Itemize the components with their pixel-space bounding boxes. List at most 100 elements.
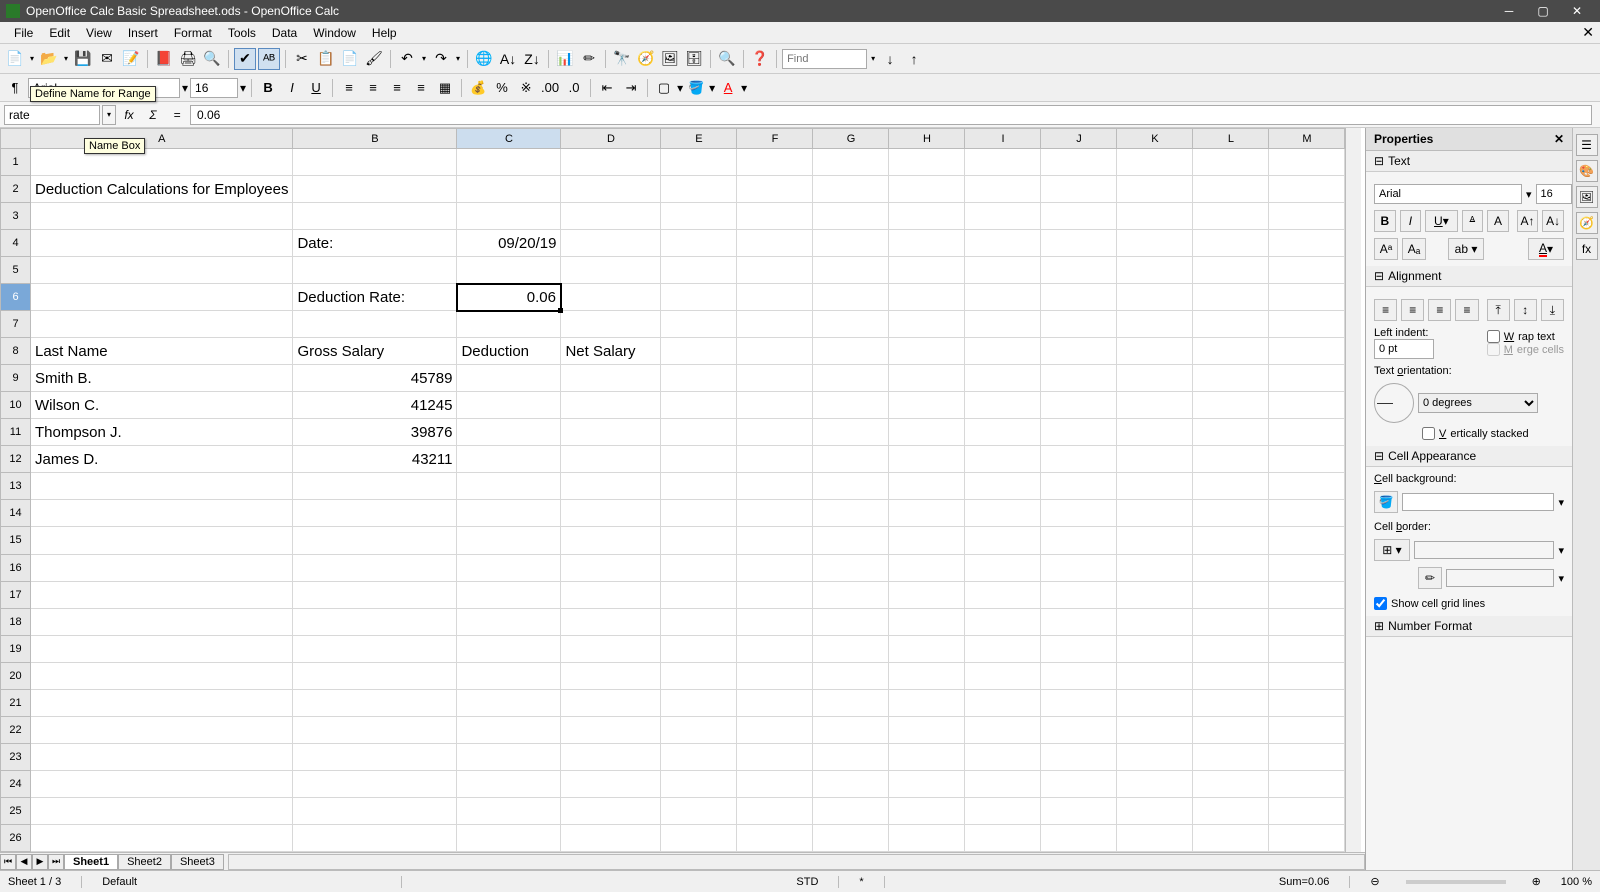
cell-I21[interactable] xyxy=(965,689,1041,716)
find-prev-icon[interactable]: ↑ xyxy=(903,48,925,70)
email-icon[interactable]: ✉ xyxy=(96,48,118,70)
cell-K4[interactable] xyxy=(1117,230,1193,257)
fontcolor-icon[interactable]: A xyxy=(717,77,739,99)
cell-I10[interactable] xyxy=(965,392,1041,419)
cell-C23[interactable] xyxy=(457,743,561,770)
cell-B15[interactable] xyxy=(293,527,457,554)
cell-H5[interactable] xyxy=(889,257,965,284)
styles-icon[interactable]: ¶ xyxy=(4,77,26,99)
cell-H10[interactable] xyxy=(889,392,965,419)
cell-A23[interactable] xyxy=(31,743,293,770)
cell-L4[interactable] xyxy=(1193,230,1269,257)
cell-I11[interactable] xyxy=(965,419,1041,446)
cell-F13[interactable] xyxy=(737,473,813,500)
sheet-tab-2[interactable]: Sheet2 xyxy=(118,854,171,870)
sidebar-fontcolor-icon[interactable]: A ▾ xyxy=(1528,238,1564,260)
cell-H11[interactable] xyxy=(889,419,965,446)
cell-M18[interactable] xyxy=(1269,608,1345,635)
cell-J15[interactable] xyxy=(1041,527,1117,554)
cell-L9[interactable] xyxy=(1193,365,1269,392)
cell-G7[interactable] xyxy=(813,311,889,338)
cell-G16[interactable] xyxy=(813,554,889,581)
menu-help[interactable]: Help xyxy=(364,24,405,42)
cell-J6[interactable] xyxy=(1041,284,1117,311)
cell-F25[interactable] xyxy=(737,797,813,824)
tab-next-icon[interactable]: ▶ xyxy=(32,854,48,870)
cell-C26[interactable] xyxy=(457,824,561,851)
cell-G19[interactable] xyxy=(813,635,889,662)
minimize-button[interactable]: ─ xyxy=(1492,0,1526,22)
menu-format[interactable]: Format xyxy=(166,24,220,42)
cell-E12[interactable] xyxy=(661,446,737,473)
cell-L5[interactable] xyxy=(1193,257,1269,284)
cell-G3[interactable] xyxy=(813,203,889,230)
cell-J9[interactable] xyxy=(1041,365,1117,392)
cell-F21[interactable] xyxy=(737,689,813,716)
col-header-F[interactable]: F xyxy=(737,129,813,149)
cell-A5[interactable] xyxy=(31,257,293,284)
cell-J17[interactable] xyxy=(1041,581,1117,608)
row-header-18[interactable]: 18 xyxy=(1,608,31,635)
cell-E25[interactable] xyxy=(661,797,737,824)
text-section-header[interactable]: ⊟ Text xyxy=(1366,151,1572,172)
cell-E20[interactable] xyxy=(661,662,737,689)
zoom-slider[interactable] xyxy=(1406,880,1506,884)
pdf-icon[interactable]: 📕 xyxy=(153,48,175,70)
cell-E22[interactable] xyxy=(661,716,737,743)
border-color-swatch[interactable] xyxy=(1446,569,1554,587)
alignment-section-header[interactable]: ⊟ Alignment xyxy=(1366,266,1572,287)
menu-view[interactable]: View xyxy=(78,24,120,42)
cell-D1[interactable] xyxy=(561,149,661,176)
cell-I22[interactable] xyxy=(965,716,1041,743)
decrease-indent-icon[interactable]: ⇤ xyxy=(596,77,618,99)
cell-J16[interactable] xyxy=(1041,554,1117,581)
cell-H22[interactable] xyxy=(889,716,965,743)
row-header-23[interactable]: 23 xyxy=(1,743,31,770)
cell-H9[interactable] xyxy=(889,365,965,392)
cell-A4[interactable] xyxy=(31,230,293,257)
status-mode[interactable]: STD xyxy=(796,876,839,888)
cell-I20[interactable] xyxy=(965,662,1041,689)
sidetab-properties-icon[interactable]: ☰ xyxy=(1576,134,1598,156)
equals-icon[interactable]: = xyxy=(166,105,188,125)
cell-J23[interactable] xyxy=(1041,743,1117,770)
cell-L3[interactable] xyxy=(1193,203,1269,230)
cell-D6[interactable] xyxy=(561,284,661,311)
cell-E24[interactable] xyxy=(661,770,737,797)
row-header-20[interactable]: 20 xyxy=(1,662,31,689)
find-icon[interactable]: 🔭 xyxy=(611,48,633,70)
cell-A10[interactable]: Wilson C. xyxy=(31,392,293,419)
cell-I24[interactable] xyxy=(965,770,1041,797)
cell-F14[interactable] xyxy=(737,500,813,527)
sidebar-grow-font-icon[interactable]: A↑ xyxy=(1517,210,1539,232)
cell-A9[interactable]: Smith B. xyxy=(31,365,293,392)
cell-D2[interactable] xyxy=(561,176,661,203)
cell-A20[interactable] xyxy=(31,662,293,689)
cell-K3[interactable] xyxy=(1117,203,1193,230)
cell-D19[interactable] xyxy=(561,635,661,662)
cell-E8[interactable] xyxy=(661,338,737,365)
cell-L15[interactable] xyxy=(1193,527,1269,554)
cell-F15[interactable] xyxy=(737,527,813,554)
cell-I2[interactable] xyxy=(965,176,1041,203)
cell-E17[interactable] xyxy=(661,581,737,608)
row-header-25[interactable]: 25 xyxy=(1,797,31,824)
cell-G10[interactable] xyxy=(813,392,889,419)
cell-F11[interactable] xyxy=(737,419,813,446)
cell-J11[interactable] xyxy=(1041,419,1117,446)
cell-K23[interactable] xyxy=(1117,743,1193,770)
cell-C11[interactable] xyxy=(457,419,561,446)
cell-A11[interactable]: Thompson J. xyxy=(31,419,293,446)
cell-F18[interactable] xyxy=(737,608,813,635)
cell-L20[interactable] xyxy=(1193,662,1269,689)
currency-icon[interactable]: 💰 xyxy=(467,77,489,99)
row-header-15[interactable]: 15 xyxy=(1,527,31,554)
cell-D14[interactable] xyxy=(561,500,661,527)
cell-B16[interactable] xyxy=(293,554,457,581)
cell-D10[interactable] xyxy=(561,392,661,419)
open-icon[interactable]: 📂 xyxy=(38,48,60,70)
open-dropdown[interactable]: ▾ xyxy=(62,54,70,63)
cell-H24[interactable] xyxy=(889,770,965,797)
sidebar-font-size[interactable] xyxy=(1536,184,1572,204)
cell-I4[interactable] xyxy=(965,230,1041,257)
